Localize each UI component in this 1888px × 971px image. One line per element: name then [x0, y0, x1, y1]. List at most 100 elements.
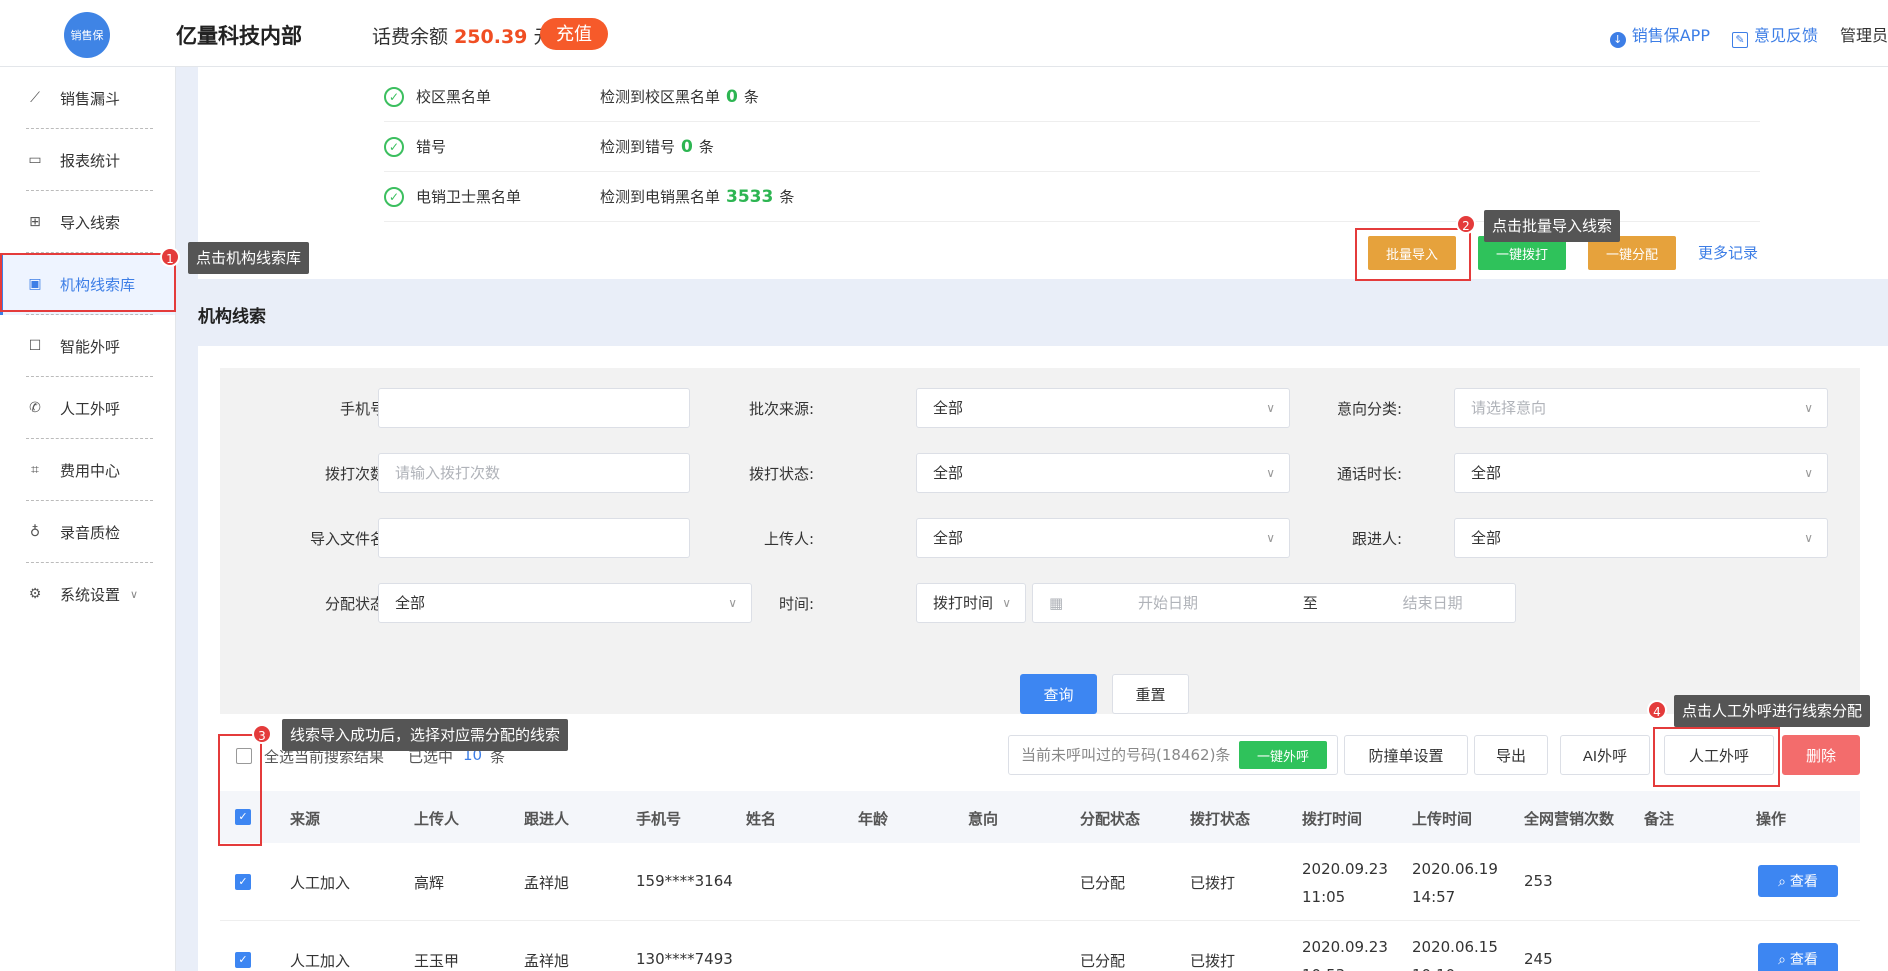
cell-phone: 130****7493	[636, 950, 733, 968]
annotation-badge-1: 1	[160, 247, 180, 267]
more-records-link[interactable]: 更多记录	[1698, 242, 1758, 263]
recharge-button[interactable]: 充值	[540, 18, 608, 50]
row-checkbox[interactable]: ✓	[235, 874, 251, 890]
uploader-select[interactable]: 全部 ∨	[916, 518, 1290, 558]
header-links: ↓ 销售保APP ✎ 意见反馈 管理员	[1609, 22, 1888, 48]
scan-icon: ⌗	[31, 462, 39, 478]
annotation-tip-3: 线索导入成功后，选择对应需分配的线索	[282, 719, 569, 751]
export-button[interactable]: 导出	[1474, 735, 1548, 775]
chevron-down-icon: ∨	[1804, 401, 1813, 415]
app-download-link[interactable]: ↓ 销售保APP	[1609, 22, 1710, 48]
follower-select[interactable]: 全部 ∨	[1454, 518, 1828, 558]
sidebar-item-sales-funnel[interactable]: ⟋ 销售漏斗	[0, 67, 175, 129]
admin-menu[interactable]: 管理员	[1840, 22, 1888, 48]
time-label: 时间:	[778, 595, 814, 613]
balance-label: 话费余额	[372, 26, 449, 48]
header-checkbox[interactable]: ✓	[235, 809, 251, 825]
chart-line-icon: ⟋	[30, 90, 40, 106]
anti-collision-button[interactable]: 防撞单设置	[1344, 735, 1468, 775]
assign-status-value: 全部	[395, 594, 426, 612]
sidebar-item-org-leads[interactable]: ▣ 机构线索库	[0, 253, 175, 315]
sidebar-item-recording-qc[interactable]: ♁ 录音质检	[0, 501, 175, 563]
select-all-checkbox[interactable]	[236, 748, 252, 764]
cell-source: 人工加入	[290, 952, 351, 970]
view-button[interactable]: ⌕ 查看	[1758, 865, 1838, 897]
end-date-placeholder: 结束日期	[1402, 594, 1463, 612]
dial-date: 2020.09.23	[1302, 860, 1388, 878]
cell-uploader: 王玉甲	[414, 952, 460, 970]
sidebar-item-smart-outbound[interactable]: ☐ 智能外呼	[0, 315, 175, 377]
check-count: 3533	[726, 186, 774, 207]
annotation-badge-2: 2	[1456, 214, 1476, 234]
column-dial-time: 拨打时间	[1302, 810, 1363, 828]
ai-outbound-button[interactable]: AI外呼	[1560, 735, 1650, 775]
brand-logo[interactable]: 销售保	[64, 12, 110, 58]
time-type-select[interactable]: 拨打时间 ∨	[916, 583, 1026, 623]
check-count: 0	[681, 136, 693, 157]
section-title: 机构线索	[198, 307, 266, 327]
batch-import-button[interactable]: 批量导入	[1368, 236, 1456, 270]
sidebar-item-manual-outbound[interactable]: ✆ 人工外呼	[0, 377, 175, 439]
file-import-icon: ⊞	[29, 214, 41, 230]
dial-status-select[interactable]: 全部 ∨	[916, 453, 1290, 493]
column-action: 操作	[1756, 810, 1787, 828]
view-label: 查看	[1789, 873, 1818, 889]
check-circle-icon: ✓	[384, 186, 404, 207]
cell-source: 人工加入	[290, 874, 351, 892]
intent-select[interactable]: 请选择意向 ∨	[1454, 388, 1828, 428]
app-download-label: 销售保APP	[1631, 26, 1710, 45]
batch-source-select[interactable]: 全部 ∨	[916, 388, 1290, 428]
check-count: 0	[726, 86, 738, 107]
view-button[interactable]: ⌕ 查看	[1758, 943, 1838, 971]
start-date-placeholder: 开始日期	[1137, 594, 1198, 612]
query-button[interactable]: 查询	[1020, 674, 1097, 714]
sidebar-item-label: 智能外呼	[60, 337, 121, 356]
check-name: 校区黑名单	[416, 88, 492, 106]
cell-dial-time: 2020.09.23 10:53	[1302, 933, 1388, 971]
table-row[interactable]: ✓ 人工加入 王玉甲 孟祥旭 130****7493 已分配 已拨打 2020.…	[220, 921, 1860, 971]
chevron-down-icon: ∨	[1266, 401, 1275, 415]
batch-source-label: 批次来源:	[748, 400, 814, 418]
one-click-outbound-button[interactable]: 一键外呼	[1239, 741, 1327, 769]
filename-input[interactable]	[378, 518, 690, 558]
call-duration-select[interactable]: 全部 ∨	[1454, 453, 1828, 493]
column-upload-time: 上传时间	[1412, 810, 1473, 828]
dial-count-input[interactable]: 请输入拨打次数	[378, 453, 690, 493]
search-icon: ⌕	[1778, 951, 1790, 967]
reset-button[interactable]: 重置	[1112, 674, 1189, 714]
filename-label: 导入文件名:	[309, 530, 390, 548]
sidebar-item-import-leads[interactable]: ⊞ 导入线索	[0, 191, 175, 253]
feedback-link[interactable]: ✎ 意见反馈	[1731, 22, 1818, 48]
cell-dial-time: 2020.09.23 11:05	[1302, 855, 1388, 911]
balance-display: 话费余额 250.39 元	[372, 22, 552, 49]
annotation-tip-4: 点击人工外呼进行线索分配	[1674, 695, 1871, 727]
phone-input[interactable]	[378, 388, 690, 428]
sidebar-item-label: 费用中心	[60, 461, 121, 480]
sidebar-item-billing[interactable]: ⌗ 费用中心	[0, 439, 175, 501]
column-intent: 意向	[968, 810, 999, 828]
filter-panel: 手机号: 批次来源: 全部 ∨ 意向分类: 请选择意向 ∨ 拨打次数: 请输入拨打次…	[220, 368, 1860, 714]
check-name: 电销卫士黑名单	[416, 188, 522, 206]
sidebar-item-reports[interactable]: ▭ 报表统计	[0, 129, 175, 191]
cell-uploader: 高辉	[414, 874, 445, 892]
time-type-value: 拨打时间	[933, 594, 994, 612]
sidebar-item-label: 机构线索库	[60, 275, 136, 294]
gear-icon: ⚙	[28, 586, 42, 602]
delete-button[interactable]: 删除	[1782, 735, 1860, 775]
dial-status-label: 拨打状态:	[748, 465, 814, 483]
date-range-picker[interactable]: ▦ 开始日期 至 结束日期	[1032, 583, 1516, 623]
org-leads-panel: 手机号: 批次来源: 全部 ∨ 意向分类: 请选择意向 ∨ 拨打次数: 请输入拨打次…	[198, 346, 1888, 971]
chevron-down-icon: ∨	[1266, 531, 1275, 545]
sidebar-item-settings[interactable]: ⚙ 系统设置 ∨	[0, 563, 175, 625]
table-row[interactable]: ✓ 人工加入 高辉 孟祥旭 159****3164 已分配 已拨打 2020.0…	[220, 843, 1860, 921]
cell-phone: 159****3164	[636, 872, 733, 890]
manual-outbound-button[interactable]: 人工外呼	[1664, 735, 1774, 775]
row-checkbox[interactable]: ✓	[235, 952, 251, 968]
column-note: 备注	[1644, 810, 1675, 828]
column-dial-status: 拨打状态	[1190, 810, 1251, 828]
check-row-campus-blacklist: ✓ 校区黑名单 检测到校区黑名单 0 条	[384, 72, 1760, 122]
search-icon: ⌕	[1778, 873, 1790, 889]
batch-source-value: 全部	[933, 399, 964, 417]
sidebar-item-label: 录音质检	[60, 523, 121, 542]
sidebar-item-label: 报表统计	[60, 151, 121, 170]
